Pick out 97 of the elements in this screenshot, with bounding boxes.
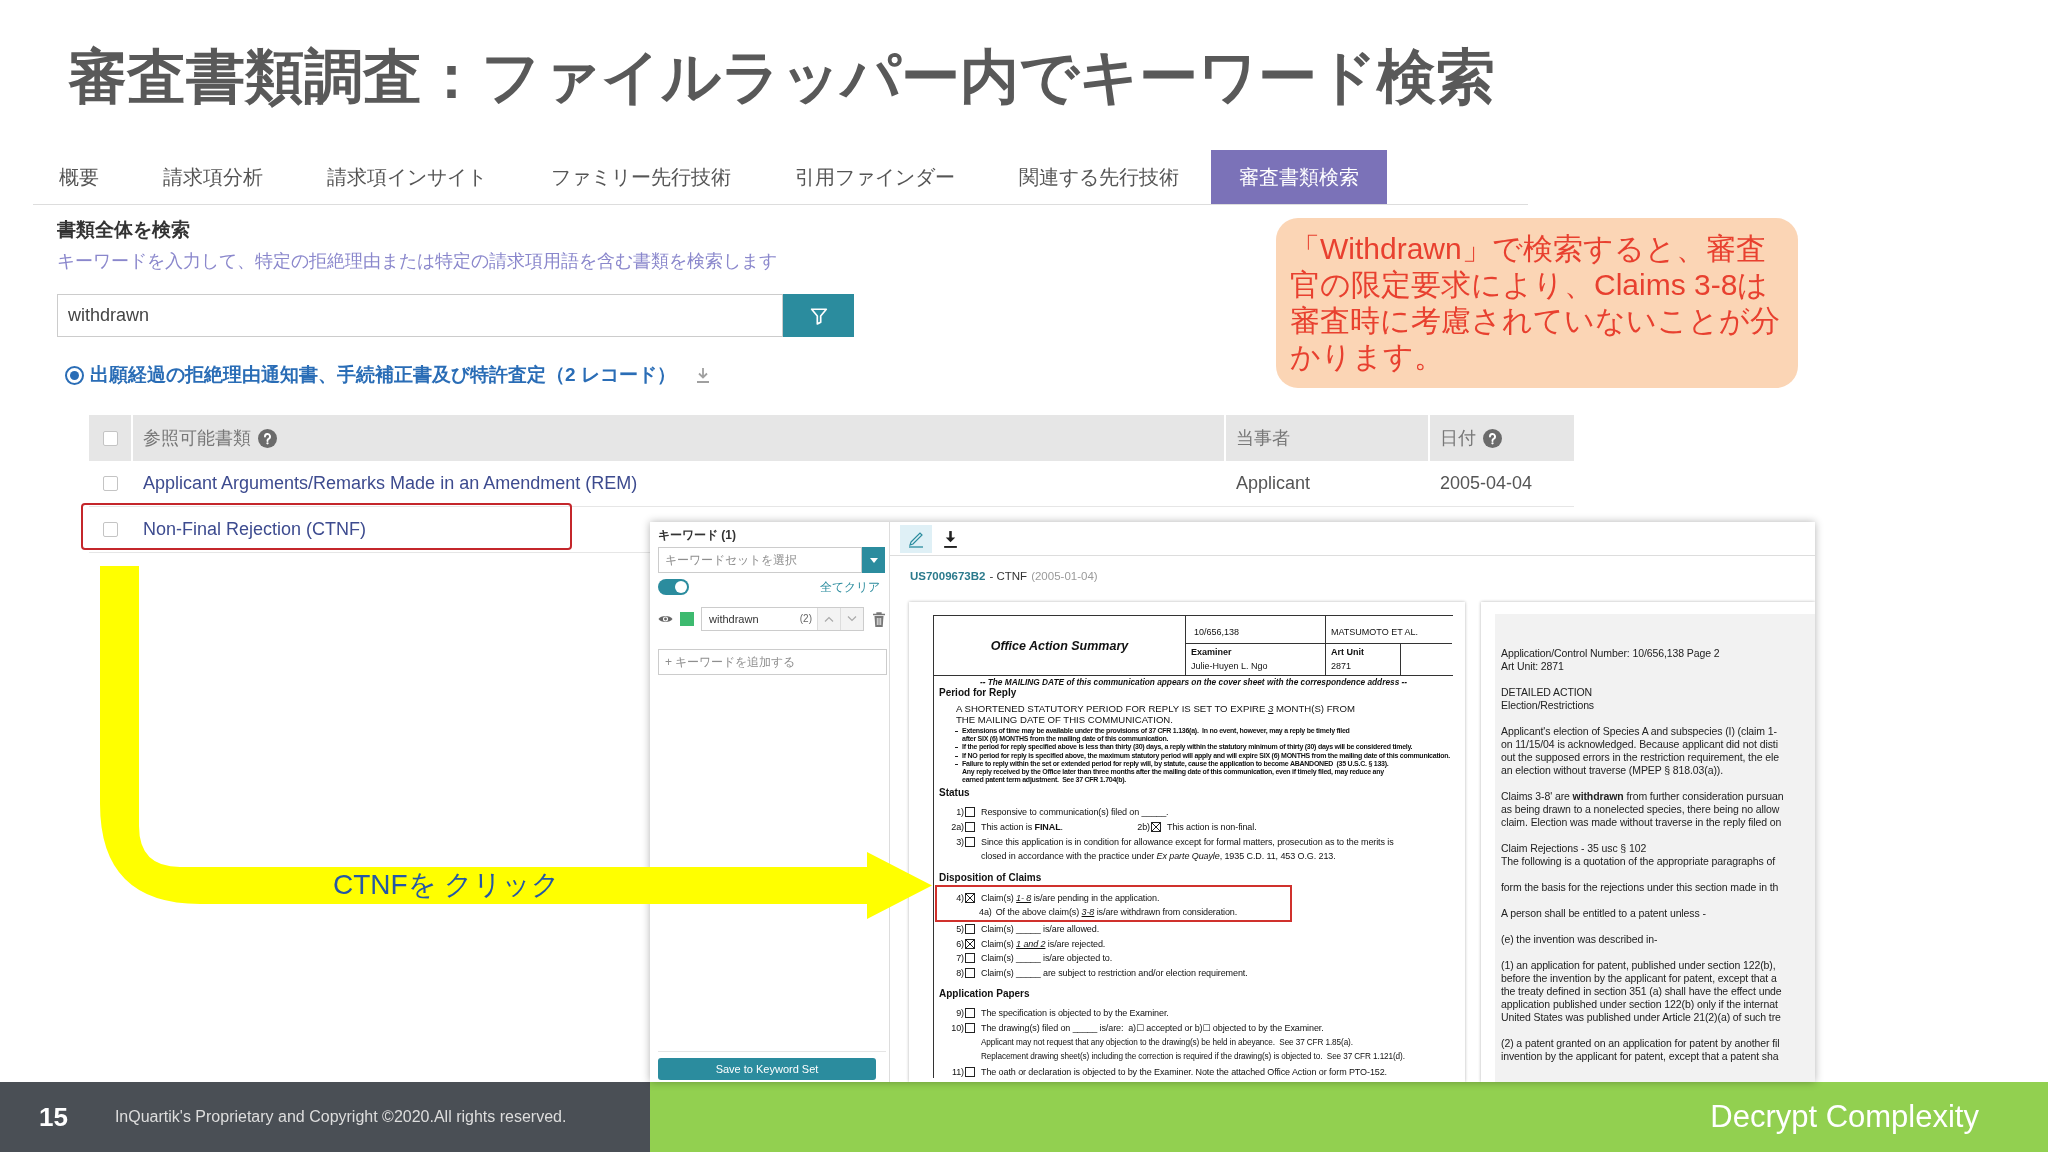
form-label: Art Unit [1331,646,1364,659]
document-link[interactable]: Applicant Arguments/Remarks Made in an Amendment (REM) [143,473,638,493]
page-paragraph: (1) an application for patent, published under section 122(b), before the invention by the applicant for patent, except that a the treaty defined in section 351 (a) shall have the effect unde application published under section 122(b) only if the internat United States was published under Article 21(2)(a) of such tre [1501,959,1782,1024]
form-text: Responsive to communication(s) filed on _____. [981,806,1169,820]
column-header: 日付 [1440,427,1476,450]
row-checkbox[interactable] [102,522,118,537]
document-id[interactable]: US7009673B2 [910,570,986,582]
item-number: 4a) [979,906,992,920]
form-text: Claim(s) _____ are subject to restriction and/or election requirement. [981,966,1248,980]
party-text: Applicant [1236,473,1311,493]
color-swatch[interactable] [680,612,694,626]
form-value: Julie-Huyen L. Ngo [1191,660,1268,673]
item-number: 3) [955,835,964,849]
form-text: Claim(s) 1- 8 is/are pending in the application. [981,891,1160,905]
section-hint: キーワードを入力して、特定の拒絶理由または特定の請求項用語を含む書類を検索します [57,250,777,273]
page-number: 15 [39,1101,68,1133]
form-text: Replacement drawing sheet(s) including the correction is required if the drawing(s) is objected to. See 37 CFR 1.121(d). [981,1051,1405,1064]
item-number: 8) [955,966,964,980]
form-text: The specification is objected to by the Examiner. [981,1007,1169,1021]
item-number: 6) [955,937,964,951]
radio-button[interactable] [65,365,84,385]
form-text: Of the above claim(s) 3-8 is/are withdrawn from consideration. [995,906,1238,920]
tagline: Decrypt Complexity [1710,1099,1979,1135]
form-text: The drawing(s) filed on _____ is/are: a)☐ accepted or b)☐ objected to by the Examiner. [981,1021,1324,1035]
document-type: - CTNF [989,570,1028,582]
page-paragraph: Claims 3-8' are withdrawn from further consideration pursuan as being drawn to a nonelected species, there being no allow claim. Election was made without traverse in the reply filed on [1501,790,1784,829]
filter-icon [809,306,828,325]
form-text: This action is FINAL. [981,821,1063,834]
document-date: (2005-01-04) [1031,570,1098,582]
page-paragraph: DETAILED ACTION Election/Restrictions [1501,686,1595,712]
item-number: 5) [955,923,964,936]
page-paragraph: Claim Rejections - 35 usc § 102 The following is a quotation of the appropriate paragraphs of [1501,842,1776,868]
item-number: 9) [955,1007,964,1021]
trash-icon[interactable] [873,611,885,627]
page-paragraph: Applicant's election of Species A and subspecies (I) (claim 1- on 11/15/04 is acknowledged. Because applicant did not disti out the supposed errors in the restriction requirement, the ele an election without traverse (MPEP § 818.03(a)). [1501,725,1779,777]
tab[interactable]: 請求項インサイト [295,150,519,204]
save-button[interactable]: Save to Keyword Set [658,1058,876,1080]
form-text: A SHORTENED STATUTORY PERIOD FOR REPLY IS SET TO EXPIRE 3 MONTH(S) FROM THE MAILING DATE OF THIS COMMUNICATION. [956,703,1355,725]
result-group-label: 出願経過の拒絶理由通知書、手続補正書及び特許査定（2 レコード） [90,363,676,387]
section-heading: 書類全体を検索 [57,218,190,242]
caret-icon [869,557,878,563]
item-number: 2a) [950,821,964,834]
date-text: 2005-04-04 [1440,473,1533,493]
form-label: Examiner [1191,646,1232,659]
help-icon[interactable] [258,428,277,448]
copyright-text: InQuartik's Proprietary and Copyright ©2020.All rights reserved. [114,1108,567,1126]
column-header: 参照可能書類 [143,427,251,450]
form-text: Claim(s) 1 and 2 is/are rejected. [981,937,1106,951]
highlight-tool-button[interactable] [900,524,932,553]
page-paragraph: A person shall be entitled to a patent unless - [1501,907,1706,920]
mailing-notice: -- The MAILING DATE of this communication appears on the cover sheet with the correspondence address -- [979,677,1408,687]
form-text: The oath or declaration is objected to by the Examiner. Note the attached Office Action or form PTO-152. [981,1065,1387,1079]
panel-title: キーワード (1) [658,528,736,542]
document-link[interactable]: Non-Final Rejection (CTNF) [143,519,367,539]
page-paragraph: form the basis for the rejections under this section made in th [1501,881,1779,894]
highlight-toggle[interactable] [658,579,689,595]
item-number: 4) [955,891,964,905]
page-paragraph: Application/Control Number: 10/656,138 Page 2 Art Unit: 2871 [1501,647,1720,673]
callout-note: 「Withdrawn」で検索すると、審査官の限定要求により、Claims 3-8は審査時に考慮されていないことが分かります。 [1276,218,1798,388]
column-header: 当事者 [1236,427,1290,450]
filter-button[interactable] [783,294,854,337]
item-number: 7) [955,952,964,966]
item-number: 2b) [1136,821,1150,834]
item-number: 10) [950,1021,964,1035]
form-value: MATSUMOTO ET AL. [1331,627,1419,637]
form-heading: Disposition of Claims [939,871,1042,884]
item-number: 11) [950,1065,964,1079]
form-heading: Application Papers [939,988,1030,1001]
form-text: Applicant may not request that any objection to the drawing(s) be held in abeyance. See 37 CFR 1.85(a). [981,1036,1353,1049]
eye-icon[interactable] [658,614,673,624]
form-text: Claim(s) _____ is/are objected to. [981,952,1113,966]
tab[interactable]: 請求項分析 [131,150,295,204]
tab[interactable]: 審査書類検索 [1211,150,1387,204]
row-checkbox[interactable] [102,476,118,491]
form-text: Since this application is in condition for allowance except for formal matters, prosecution as to the merits is closed in accordance with the practice under Ex parte Quayle, 1935 C.D. 11, 453 O.G. 213. [981,835,1394,864]
form-text: Claim(s) _____ is/are allowed. [981,923,1100,936]
clear-all-link[interactable]: 全てクリア [820,578,880,596]
tab[interactable]: 関連する先行技術 [987,150,1211,204]
form-value: 10/656,138 [1194,627,1240,637]
tab[interactable]: ファミリー先行技術 [519,150,763,204]
tab[interactable]: 概要 [33,150,131,204]
item-number: 1) [955,806,964,820]
form-heading: Status [939,787,970,800]
tab[interactable]: 引用ファインダー [763,150,987,204]
help-icon[interactable] [1483,428,1502,448]
form-title: Office Action Summary [990,638,1129,653]
page-paragraph: (2) a patent granted on an application for patent by another fil invention by the applicant for patent, except that a patent sha [1501,1037,1780,1063]
page-paragraph: (e) the invention was described in- [1501,933,1658,946]
form-text: This action is non-final. [1167,821,1257,834]
form-heading: Period for Reply [939,687,1017,698]
select-all-checkbox[interactable] [102,430,118,446]
arrow-label: CTNFを クリック [333,868,561,902]
search-field[interactable]: withdrawn [57,294,783,337]
slide-title: 審査書類調査：ファイルラッパー内でキーワード検索 [68,45,1495,110]
form-value: 2871 [1331,660,1352,673]
download-icon[interactable] [943,529,958,548]
dropdown-button[interactable] [862,547,885,573]
